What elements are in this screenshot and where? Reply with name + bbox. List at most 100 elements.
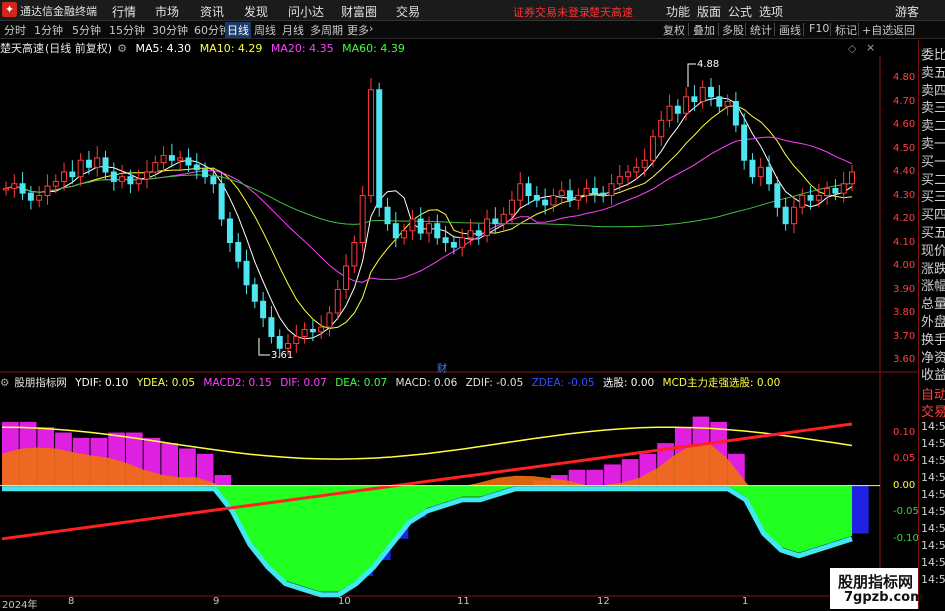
candle [44,185,51,197]
candle [649,136,656,161]
price-tick-label: 4.30 [893,189,916,201]
candle [193,164,200,171]
order-book-label: 买三 [921,190,945,206]
order-book-label: 委比 [921,48,945,63]
candle [152,162,159,173]
candle [69,171,76,178]
price-tick-label: 4.80 [893,72,916,83]
candle [583,187,590,196]
candle [426,223,432,234]
quote-side-panel: 委比 卖五 卖四 卖三 卖二 卖一 买一 买二 买三 买四 买五 现价 涨跌 涨幅 总量 外盘 换手 净资 收益 自动… [918,40,945,609]
green-area [2,485,852,592]
candle [61,171,68,182]
order-book-label: 买五 [921,226,945,241]
candle [144,171,150,180]
x-tick-jan: 1 [742,596,749,607]
indicator-tick-label: -0.05 [893,506,919,518]
tick-time: 14:56 [921,522,945,535]
candle [799,195,806,208]
x-tick-aug: 8 [68,596,75,607]
candle [119,176,126,182]
candle [85,159,92,168]
candle [849,171,855,185]
candle [782,206,789,225]
candle [376,89,383,208]
macd2-value: MACD2: 0.15 [203,377,272,389]
candle [334,289,341,314]
candle [177,157,184,161]
candle [301,328,308,338]
indicator-name[interactable]: 股朋指标网 [14,377,67,389]
order-book-label: 买四 [921,208,945,224]
candle [724,101,731,107]
candle [102,157,109,173]
candle [832,187,839,194]
watermark-url: 7gpzb.com [844,590,924,605]
tick-time: 14:56 [921,556,945,569]
candle [567,190,573,201]
candle [741,124,748,161]
candle [392,223,399,239]
indicator-tick-label: 0.10 [893,426,916,438]
watermark-title: 股朋指标网 [838,573,914,591]
candle [517,183,524,201]
trade-tab[interactable]: 交易 [921,401,945,420]
x-tick-dec: 12 [597,596,610,607]
candle [276,336,283,349]
x-tick-sep: 9 [213,596,220,607]
high-pointer [687,63,696,87]
order-book-label: 现价 [921,243,945,259]
order-book-label: 卖五 [921,65,945,81]
candle [285,343,291,349]
candle [666,105,673,121]
order-book-label: 买二 [921,172,945,188]
indicator-tick-label: 0.05 [893,453,916,465]
order-book-label: 净资 [921,350,945,366]
chart-canvas[interactable] [0,0,918,609]
candle [3,187,9,191]
candle [384,206,391,225]
price-tick-label: 4.20 [893,213,916,224]
order-book-label: 收益 [921,368,945,384]
x-tick-nov: 11 [457,596,470,607]
candle [359,195,366,243]
candle [674,105,681,114]
candle [210,176,217,185]
candle [533,195,540,201]
candle [450,242,457,248]
candle [633,166,640,173]
order-book-label: 买一 [921,154,945,170]
candle [251,284,258,302]
candle [467,230,474,239]
histogram-bar [586,469,604,486]
candle [691,96,698,103]
candle [243,260,250,286]
candle [525,183,532,196]
indicator-settings-icon[interactable]: ⚙ [0,377,9,389]
order-book-label: 外盘 [921,315,945,330]
candle [732,101,739,126]
zdif-value: ZDIF: -0.05 [465,377,524,389]
candle [36,195,43,201]
candle [484,218,491,236]
finance-event-marker[interactable]: 财 [437,360,447,375]
order-book-label: 涨幅 [921,279,945,295]
candle [807,195,814,201]
candle [401,230,408,239]
candle [658,119,665,138]
candle [260,300,267,319]
candle [27,192,34,201]
candle [459,237,466,248]
candle [749,159,756,178]
tick-time: 14:56 [921,573,945,586]
candle [110,171,117,182]
candle [716,96,723,107]
candle [343,265,350,290]
candle [641,159,648,168]
order-book-label: 卖三 [921,101,945,117]
histogram-bar [852,485,869,534]
candle [699,86,706,103]
candle [185,157,192,166]
candle [19,183,26,194]
candle [508,199,515,215]
